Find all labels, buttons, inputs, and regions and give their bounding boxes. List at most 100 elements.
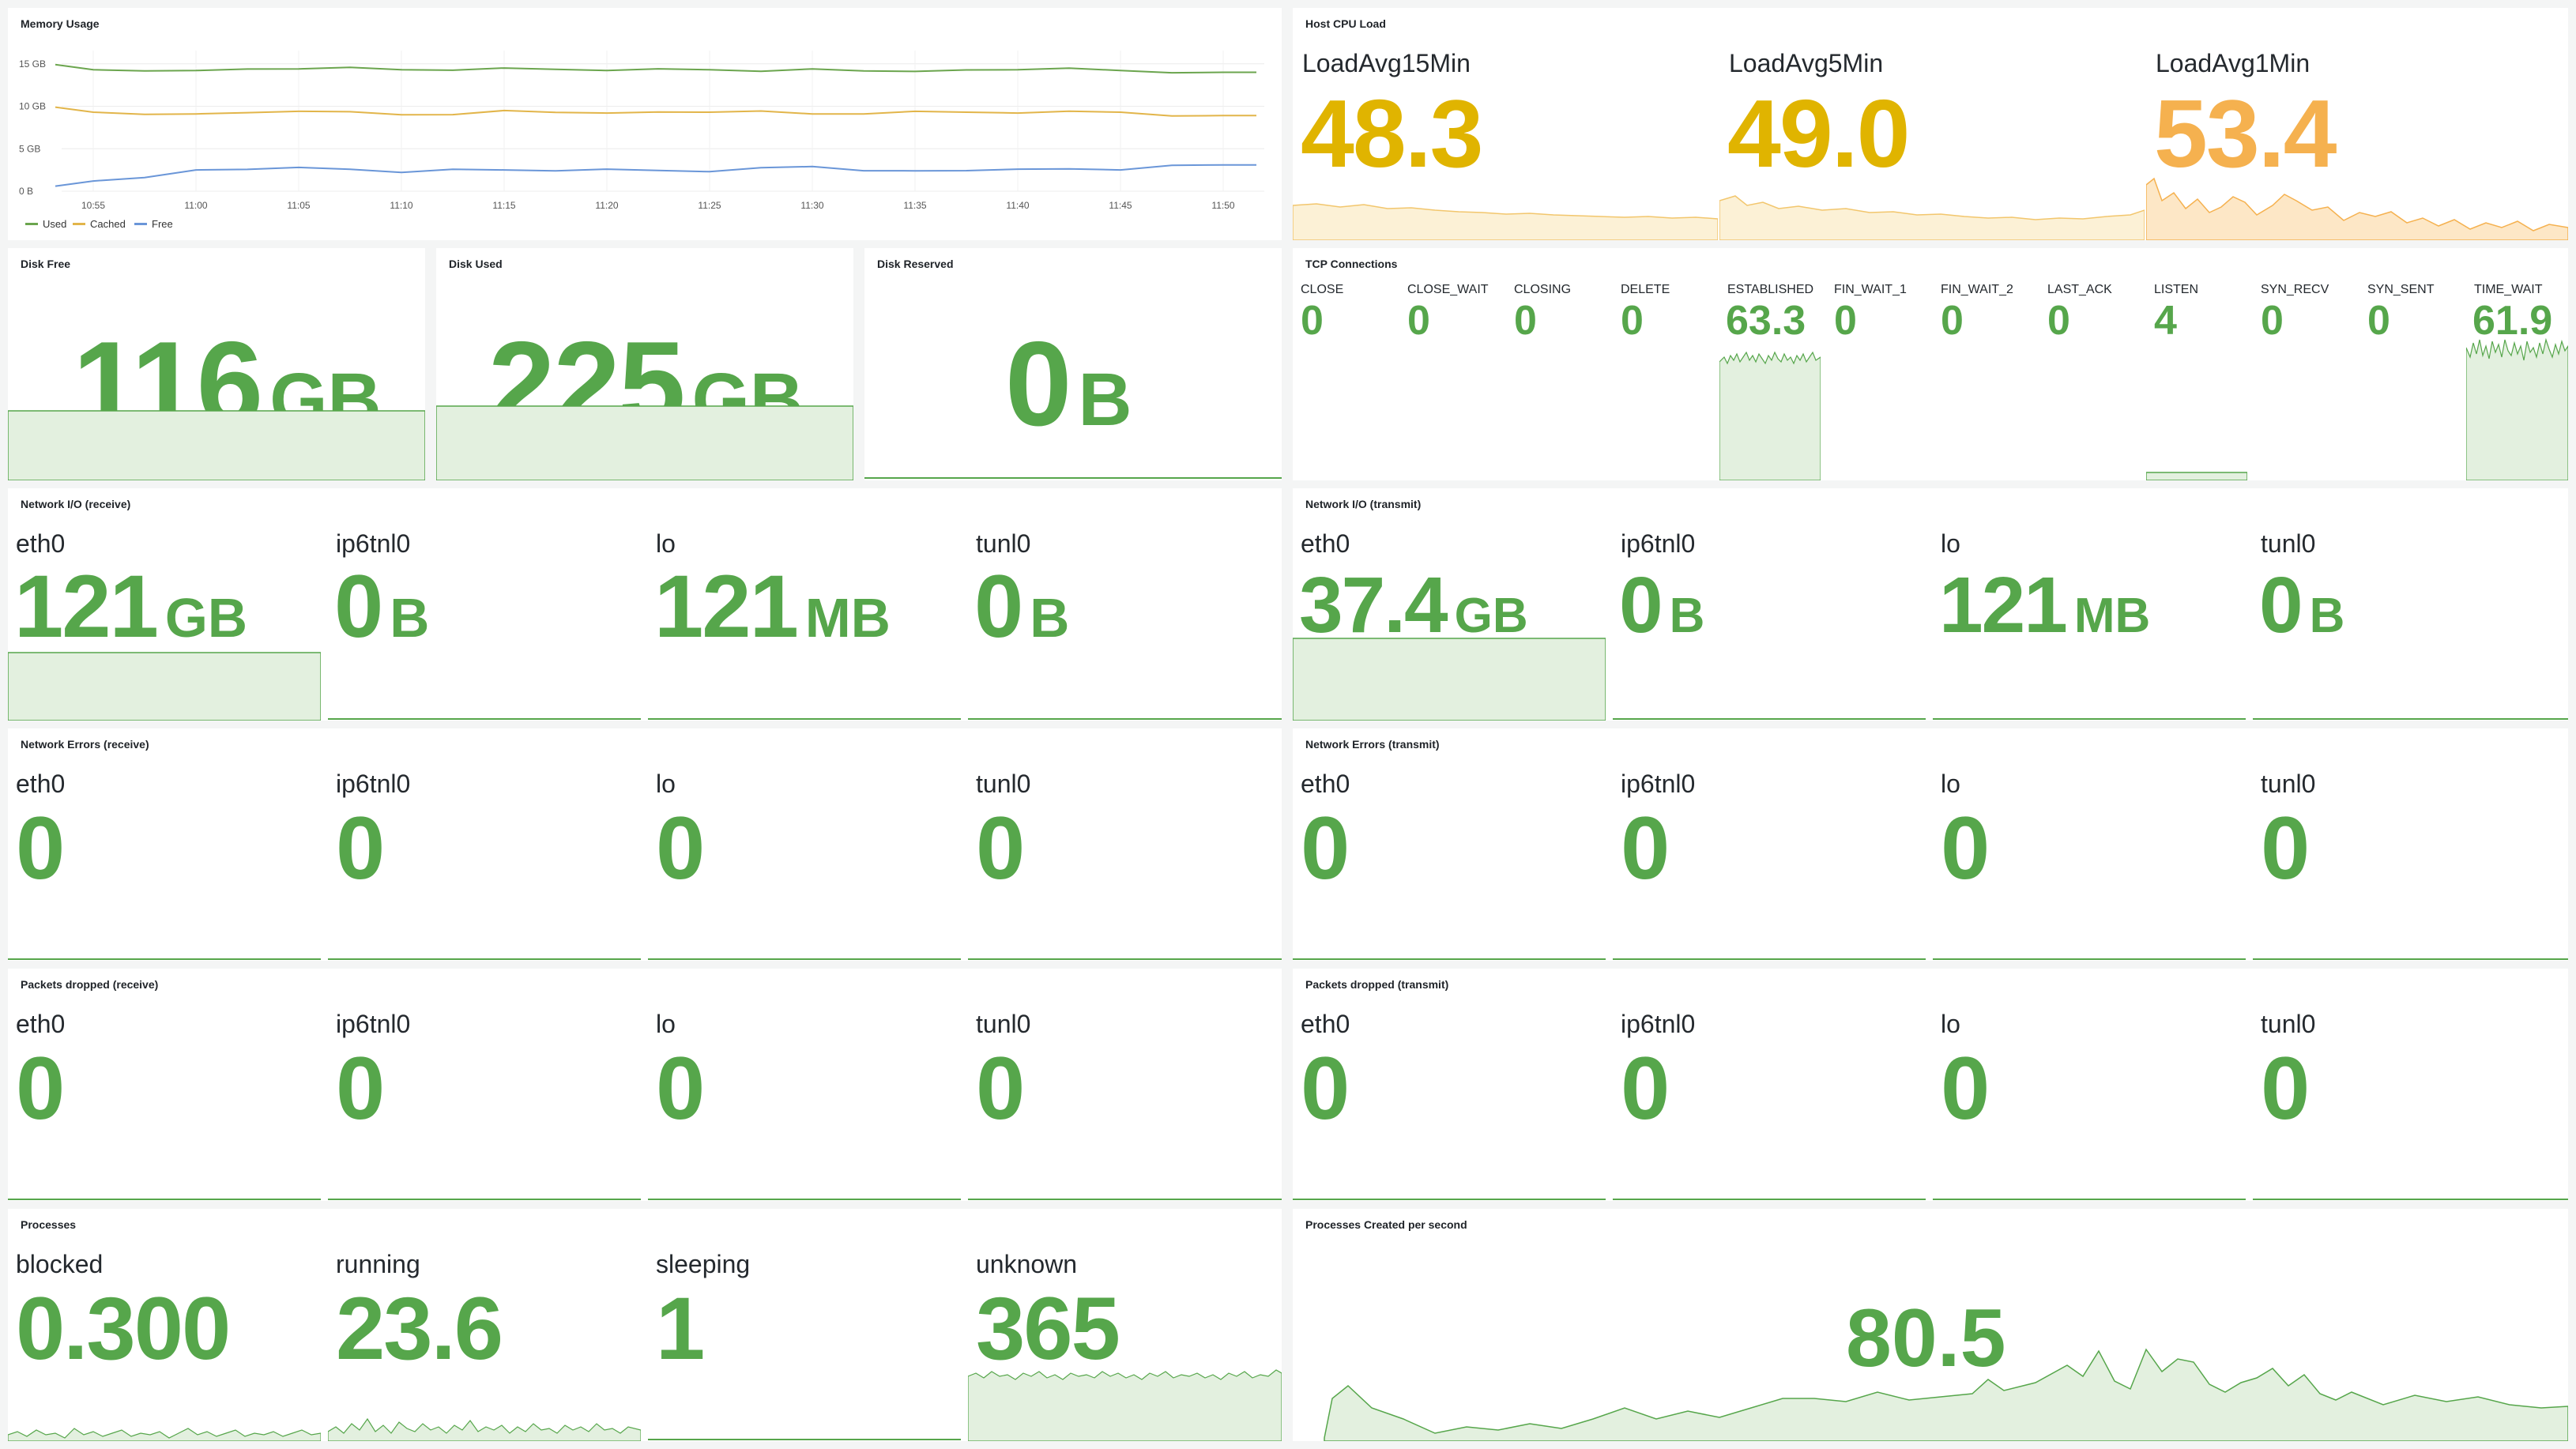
drop-tx-ip6tnl0: ip6tnl0 0	[1613, 997, 1926, 1201]
memory-usage-panel: Memory Usage 15 GB 10 GB 5 GB 0 B 10:55 11:00…	[8, 8, 1282, 240]
panel-title: TCP Connections	[1305, 258, 1398, 270]
panel-title: Disk Reserved	[877, 258, 954, 270]
stat-value: 63.3	[1726, 298, 1806, 344]
disk-free-panel: Disk Free 116 GB	[8, 248, 425, 480]
drop-tx-eth0: eth0 0	[1293, 997, 1606, 1201]
net-rx-lo: lo 121 MB	[648, 517, 961, 721]
drop-rx-lo: lo 0	[648, 997, 961, 1201]
sparkline	[1933, 718, 2246, 720]
stat-label: CLOSING	[1514, 283, 1572, 296]
y-tick-label: 0 B	[19, 186, 33, 197]
tcp-state-listen: LISTEN 4	[2146, 277, 2250, 480]
stat-label: tunl0	[2261, 529, 2316, 558]
stat-value: 53.4	[2154, 80, 2337, 187]
network-io-receive-panel: Network I/O (receive) eth0 121 GB ip6tnl0…	[8, 488, 1282, 721]
sparkline	[648, 1439, 961, 1440]
legend-item-used[interactable]: Used	[25, 218, 66, 230]
stat-value: 0	[336, 1039, 385, 1138]
stat-value: 49.0	[1727, 80, 1910, 187]
stat-label: ip6tnl0	[336, 1010, 411, 1038]
x-tick-label: 10:55	[81, 200, 105, 211]
stat-value: 37.4 GB	[1299, 566, 1528, 645]
panel-title: Network Errors (transmit)	[1305, 738, 1440, 751]
net-rx-tunl0: tunl0 0B	[968, 517, 1282, 721]
legend-item-free[interactable]: Free	[134, 218, 173, 230]
value-number: 121	[14, 557, 159, 656]
tcp-connections-panel: TCP Connections CLOSE 0 CLOSE_WAIT 0 CLO…	[1293, 248, 2568, 480]
err-tx-lo: lo 0	[1933, 757, 2246, 961]
stat-label: CLOSE_WAIT	[1407, 283, 1489, 296]
stat-label: eth0	[1301, 529, 1350, 558]
sparkline	[1293, 1199, 1606, 1200]
sparkline	[1293, 958, 1606, 960]
stat-value: 0	[1621, 799, 1670, 898]
memory-usage-chart: 15 GB 10 GB 5 GB 0 B 10:55 11:00 11:05 11:10 11:…	[19, 51, 1264, 211]
sparkline	[1933, 1199, 2246, 1200]
legend-item-cached[interactable]: Cached	[73, 218, 126, 230]
err-tx-tunl0: tunl0 0	[2253, 757, 2568, 961]
cpu-load-15min: LoadAvg15Min 48.3	[1293, 36, 1718, 240]
stat-value: 121 GB	[14, 563, 247, 651]
panel-title: Processes Created per second	[1305, 1218, 1467, 1231]
panel-title: Packets dropped (transmit)	[1305, 978, 1449, 991]
value-unit: B	[1669, 589, 1705, 643]
legend-swatch	[25, 223, 38, 225]
sparkline	[1719, 195, 2145, 240]
stat-value: 0	[16, 799, 65, 898]
stat-label: lo	[1941, 770, 1960, 798]
stat-value: 0	[1514, 298, 1537, 344]
sparkline	[8, 1199, 321, 1200]
panel-title: Network I/O (receive)	[21, 498, 131, 510]
sparkline	[328, 958, 641, 960]
panel-title: Network I/O (transmit)	[1305, 498, 1422, 510]
drop-rx-eth0: eth0 0	[8, 997, 321, 1201]
sparkline	[968, 958, 1282, 960]
x-tick-label: 11:00	[184, 200, 207, 211]
disk-used-panel: Disk Used 225 GB	[436, 248, 853, 480]
sparkline	[968, 1199, 1282, 1200]
stat-value: 0	[1301, 799, 1350, 898]
stat-label: sleeping	[656, 1250, 751, 1278]
x-tick-label: 11:20	[595, 200, 618, 211]
panel-title: Disk Used	[449, 258, 503, 270]
stat-label: tunl0	[976, 1010, 1031, 1038]
value-number: 0	[334, 557, 383, 656]
sparkline	[328, 1417, 641, 1441]
tcp-state-last-ack: LAST_ACK 0	[2039, 277, 2144, 480]
stat-label: LoadAvg1Min	[2156, 49, 2310, 77]
y-tick-label: 15 GB	[19, 58, 46, 70]
sparkline	[436, 405, 853, 480]
stat-label: FIN_WAIT_1	[1834, 283, 1907, 296]
legend-swatch	[73, 223, 85, 225]
sparkline	[2146, 472, 2247, 480]
stat-value: 0	[1621, 1039, 1670, 1138]
stat-label: lo	[656, 529, 676, 558]
tcp-state-established: ESTABLISHED 63.3	[1719, 277, 1824, 480]
packets-dropped-receive-panel: Packets dropped (receive) eth0 0 ip6tnl0…	[8, 969, 1282, 1201]
value-number: 0	[1005, 317, 1072, 451]
x-tick-label: 11:45	[1109, 200, 1132, 211]
series-line-used	[55, 63, 1256, 74]
procs-unknown: unknown 365	[968, 1237, 1282, 1441]
stat-value: 0	[336, 799, 385, 898]
stat-label: lo	[1941, 529, 1960, 558]
value-number: 0	[2259, 561, 2303, 649]
stat-label: tunl0	[2261, 770, 2316, 798]
value-unit: GB	[1454, 589, 1528, 643]
stat-label: LoadAvg5Min	[1729, 49, 1884, 77]
panel-title: Processes	[21, 1218, 77, 1231]
tcp-state-fin-wait-1: FIN_WAIT_1 0	[1826, 277, 1930, 480]
stat-label: LAST_ACK	[2047, 283, 2112, 296]
net-rx-ip6tnl0: ip6tnl0 0B	[328, 517, 641, 721]
stat-label: LISTEN	[2154, 283, 2199, 296]
value-number: 0	[974, 557, 1023, 656]
stat-value: 0.300	[16, 1279, 231, 1378]
stat-value: 0	[1301, 298, 1324, 344]
tcp-state-fin-wait-2: FIN_WAIT_2 0	[1933, 277, 2037, 480]
cpu-load-1min: LoadAvg1Min 53.4	[2146, 36, 2568, 240]
tcp-state-closing: CLOSING 0	[1506, 277, 1610, 480]
panel-title: Disk Free	[21, 258, 71, 270]
processes-panel: Processes blocked 0.300 running 23.6 sle…	[8, 1209, 1282, 1441]
series-line-cached	[55, 106, 1256, 117]
value-unit: GB	[164, 587, 248, 649]
